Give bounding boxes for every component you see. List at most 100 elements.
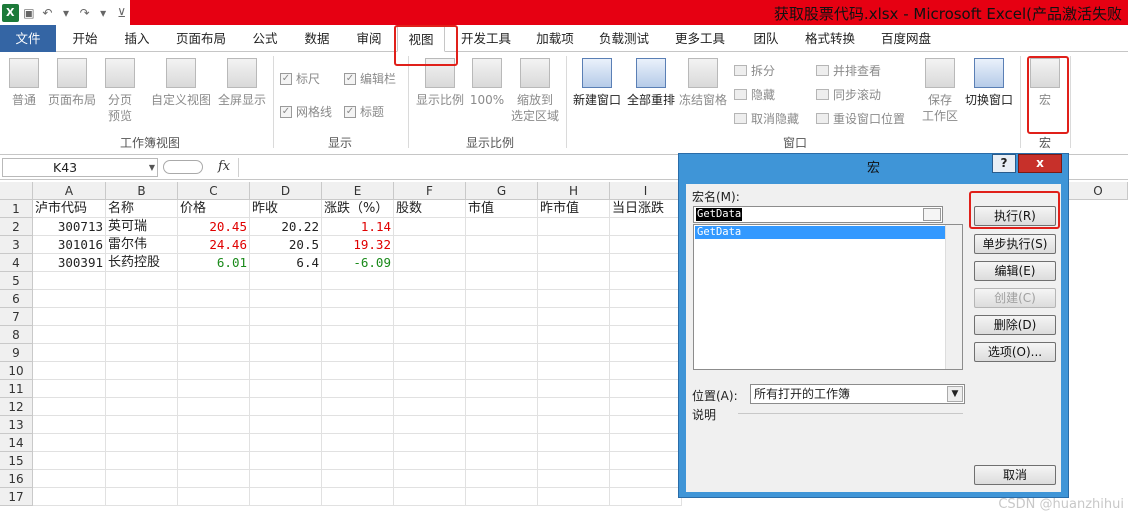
- column-header[interactable]: B: [106, 182, 178, 200]
- macro-name-input[interactable]: GetData: [693, 206, 943, 223]
- cell[interactable]: [33, 434, 106, 452]
- number-cell[interactable]: 300713: [33, 218, 106, 236]
- header-cell[interactable]: 当日涨跌: [610, 200, 682, 218]
- header-cell[interactable]: 市值: [466, 200, 538, 218]
- cell[interactable]: [322, 272, 394, 290]
- row-header[interactable]: 16: [0, 470, 33, 488]
- cell[interactable]: [106, 326, 178, 344]
- cell[interactable]: [466, 236, 538, 254]
- header-cell[interactable]: 股数: [394, 200, 466, 218]
- cell[interactable]: [610, 452, 682, 470]
- cell[interactable]: [610, 308, 682, 326]
- number-cell[interactable]: 6.01: [178, 254, 250, 272]
- tab-review[interactable]: 审阅: [344, 25, 394, 52]
- collapse-dialog-icon[interactable]: [923, 208, 941, 221]
- number-cell[interactable]: 20.45: [178, 218, 250, 236]
- cell[interactable]: [394, 452, 466, 470]
- tab-baidu-netdisk[interactable]: 百度网盘: [871, 25, 941, 52]
- full-screen-button[interactable]: 全屏显示: [216, 58, 268, 108]
- cell[interactable]: [106, 434, 178, 452]
- cell[interactable]: [610, 434, 682, 452]
- location-select[interactable]: 所有打开的工作簿 ▼: [750, 384, 965, 404]
- cell[interactable]: [394, 434, 466, 452]
- switch-windows-button[interactable]: 切换窗口: [962, 58, 1016, 108]
- cell[interactable]: [610, 236, 682, 254]
- cell[interactable]: [178, 272, 250, 290]
- row-header[interactable]: 8: [0, 326, 33, 344]
- row-header[interactable]: 17: [0, 488, 33, 506]
- create-button[interactable]: 创建(C): [974, 288, 1056, 308]
- cell[interactable]: [394, 398, 466, 416]
- cell[interactable]: [178, 326, 250, 344]
- cell[interactable]: [250, 434, 322, 452]
- row-header[interactable]: 2: [0, 218, 33, 236]
- row-header[interactable]: 4: [0, 254, 33, 272]
- hide-button[interactable]: 隐藏: [734, 86, 775, 103]
- cell[interactable]: [322, 308, 394, 326]
- tab-page-layout[interactable]: 页面布局: [166, 25, 236, 52]
- cell[interactable]: [610, 416, 682, 434]
- cell[interactable]: [322, 326, 394, 344]
- cell[interactable]: [538, 452, 610, 470]
- cell[interactable]: [106, 362, 178, 380]
- macro-list[interactable]: GetData: [693, 224, 963, 370]
- new-window-button[interactable]: 新建窗口: [570, 58, 624, 108]
- cell[interactable]: [466, 488, 538, 506]
- tab-insert[interactable]: 插入: [112, 25, 162, 52]
- row-header[interactable]: 7: [0, 308, 33, 326]
- reset-window-position-button[interactable]: 重设窗口位置: [816, 110, 905, 127]
- cell[interactable]: [33, 398, 106, 416]
- cell[interactable]: [466, 290, 538, 308]
- cell[interactable]: [394, 488, 466, 506]
- cell[interactable]: [466, 326, 538, 344]
- cell[interactable]: [610, 290, 682, 308]
- cell[interactable]: [250, 416, 322, 434]
- cell[interactable]: [394, 236, 466, 254]
- cell[interactable]: [538, 290, 610, 308]
- cell[interactable]: [538, 398, 610, 416]
- tab-addins[interactable]: 加载项: [525, 25, 585, 52]
- row-header[interactable]: 5: [0, 272, 33, 290]
- cell[interactable]: [466, 434, 538, 452]
- cell[interactable]: [466, 308, 538, 326]
- cell[interactable]: [394, 416, 466, 434]
- gridlines-checkbox[interactable]: ✓ 网格线: [280, 103, 332, 120]
- column-header[interactable]: F: [394, 182, 466, 200]
- cell[interactable]: [250, 344, 322, 362]
- cell[interactable]: [538, 488, 610, 506]
- cell[interactable]: [33, 470, 106, 488]
- cell[interactable]: [394, 326, 466, 344]
- cell[interactable]: [610, 344, 682, 362]
- sync-scroll-button[interactable]: 同步滚动: [816, 86, 881, 103]
- cell[interactable]: [33, 416, 106, 434]
- number-cell[interactable]: 19.32: [322, 236, 394, 254]
- save-workspace-button[interactable]: 保存 工作区: [918, 58, 962, 124]
- cell[interactable]: [538, 326, 610, 344]
- cell[interactable]: [322, 470, 394, 488]
- cell[interactable]: [394, 344, 466, 362]
- cell[interactable]: [106, 398, 178, 416]
- cell[interactable]: [178, 380, 250, 398]
- formula-bar-grip[interactable]: [163, 160, 203, 174]
- custom-views-button[interactable]: 自定义视图: [150, 58, 212, 108]
- customize-toolbar-icon[interactable]: ⊻: [113, 4, 130, 22]
- number-cell[interactable]: 20.5: [250, 236, 322, 254]
- select-all-corner[interactable]: [0, 182, 33, 200]
- cell[interactable]: [106, 272, 178, 290]
- cell[interactable]: [250, 308, 322, 326]
- column-header[interactable]: O: [1069, 182, 1128, 200]
- cell[interactable]: [178, 452, 250, 470]
- insert-function-icon[interactable]: fx: [218, 159, 230, 174]
- cell[interactable]: [322, 416, 394, 434]
- tab-formulas[interactable]: 公式: [240, 25, 290, 52]
- save-icon[interactable]: ▣: [21, 4, 38, 22]
- page-break-preview-button[interactable]: 分页 预览: [102, 58, 138, 124]
- ruler-checkbox[interactable]: ✓ 标尺: [280, 70, 320, 87]
- formula-bar-checkbox[interactable]: ✓ 编辑栏: [344, 70, 396, 87]
- row-header[interactable]: 13: [0, 416, 33, 434]
- number-cell[interactable]: -6.09: [322, 254, 394, 272]
- cell[interactable]: [466, 254, 538, 272]
- cell[interactable]: [178, 398, 250, 416]
- cell[interactable]: [322, 290, 394, 308]
- tab-team[interactable]: 团队: [741, 25, 791, 52]
